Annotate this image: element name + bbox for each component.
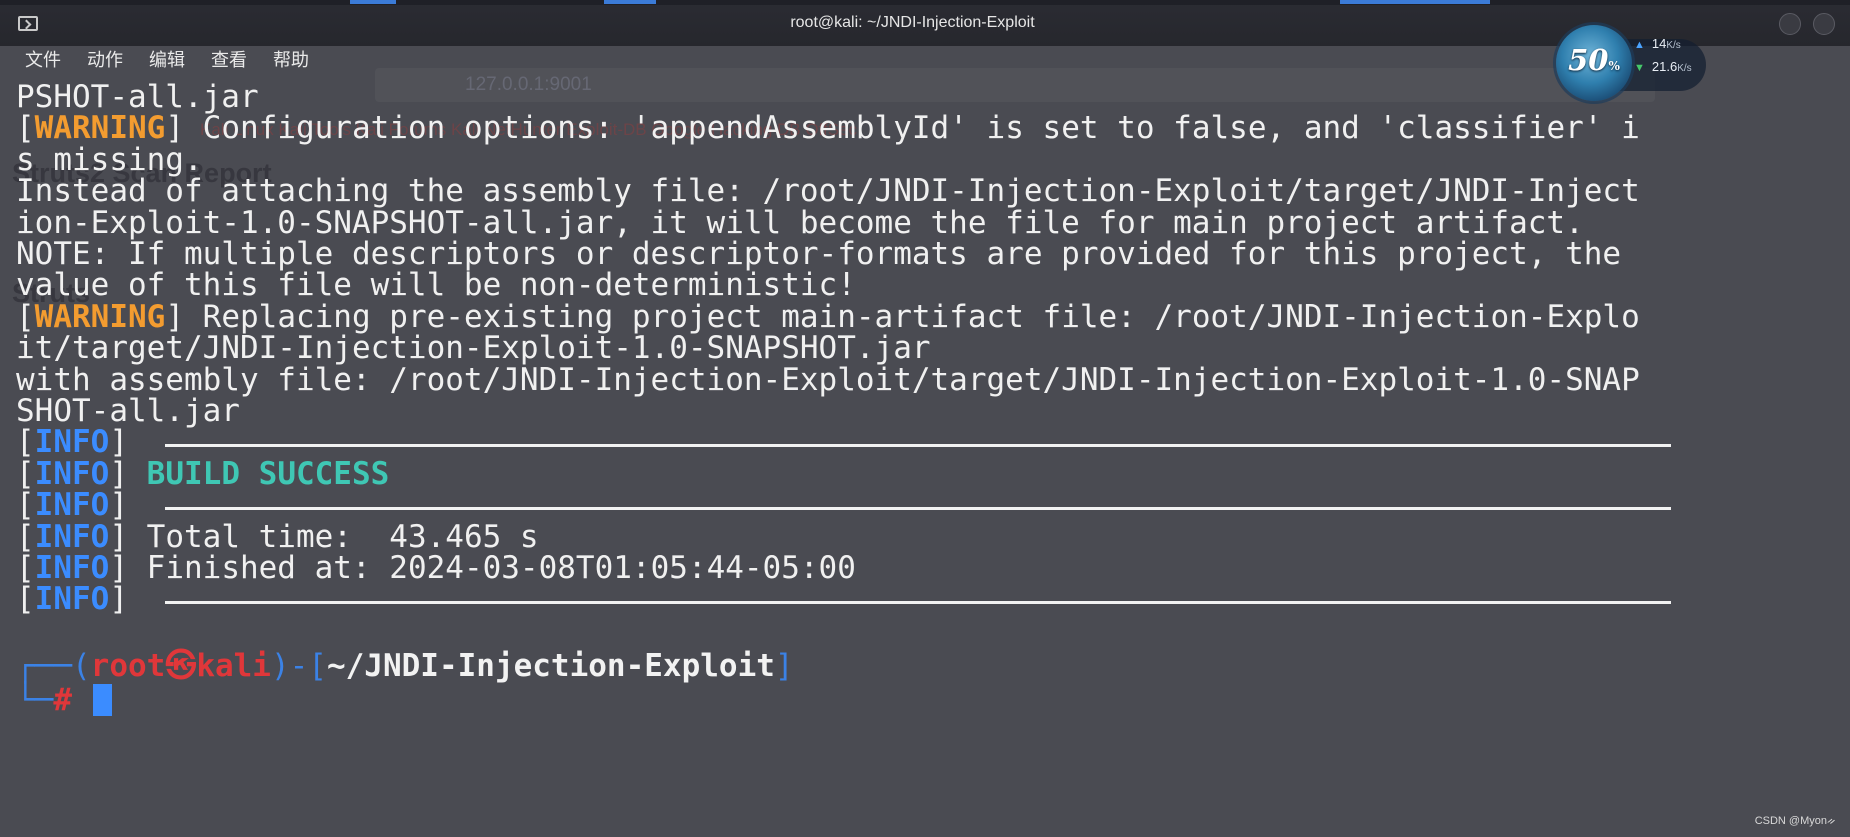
taskbar-indicator [604, 0, 656, 4]
upload-speed: ▲ 14K/s [1634, 36, 1681, 51]
menu-view[interactable]: 查看 [211, 46, 247, 76]
upload-speed-unit: K/s [1666, 40, 1681, 51]
terminal-line: [INFO] Finished at: 2024-03-08T01:05:44-… [16, 550, 856, 587]
upload-speed-value: 14 [1651, 36, 1667, 51]
prompt-input-line: └─# [16, 682, 112, 719]
log-message: Configuration options: 'appendAssemblyId… [184, 110, 1640, 147]
menu-help[interactable]: 帮助 [273, 46, 309, 76]
menu-file[interactable]: 文件 [25, 46, 61, 76]
prompt-user: root [90, 648, 166, 685]
watermark: CSDN @Myon⁠ᨀ [1754, 815, 1836, 827]
download-arrow-icon: ▼ [1634, 62, 1645, 74]
prompt-frame: ┌──( [16, 648, 91, 685]
close-button[interactable] [1813, 13, 1835, 35]
terminal-output[interactable]: PSHOT-all.jar [WARNING] Configuration opt… [0, 79, 1850, 837]
window-title: root@kali: ~/JNDI-Injection-Exploit [790, 14, 1035, 31]
percent-sign: % [1608, 59, 1620, 73]
desktop-screen: 127.0.0.1:9001 Kali Linux Kali Tools Kal… [0, 0, 1850, 837]
log-message: with assembly file: /root/JNDI-Injection… [16, 361, 1640, 398]
log-level-info: INFO [34, 581, 110, 618]
minimize-button[interactable] [1779, 13, 1801, 35]
network-usage-percent: 50% [1556, 43, 1632, 77]
prompt-at-symbol: ㉿ [165, 648, 197, 685]
separator-rule [165, 507, 1671, 511]
prompt-host: kali [196, 648, 271, 685]
prompt-frame: └─ [16, 681, 54, 718]
prompt-symbol: # [53, 681, 72, 718]
menu-action[interactable]: 动作 [87, 46, 123, 76]
menu-edit[interactable]: 编辑 [149, 46, 185, 76]
log-message: Finished at: 2024-03-08T01:05:44-05:00 [128, 550, 856, 586]
text-cursor[interactable] [92, 683, 112, 716]
terminal-line: [WARNING] Configuration options: 'append… [16, 110, 1640, 147]
prompt-frame: )-[ [270, 648, 327, 685]
bracket-open: [ [16, 581, 35, 618]
prompt-line: ┌──(root㉿kali)-[~/JNDI-Injection-Exploit… [16, 648, 794, 685]
terminal-line: [INFO] [16, 581, 128, 618]
taskbar-strip [0, 0, 1850, 5]
bracket-close: ] [109, 581, 128, 618]
menu-bar: 文件 动作 编辑 查看 帮助 [0, 46, 309, 76]
separator-rule [165, 601, 1671, 605]
upload-arrow-icon: ▲ [1634, 39, 1645, 51]
prompt-path: ~/JNDI-Injection-Exploit [326, 648, 775, 685]
taskbar-indicator [350, 0, 396, 4]
download-speed-value: 21.6 [1651, 59, 1678, 74]
download-speed: ▼ 21.6K/s [1634, 59, 1692, 74]
prompt-frame: ] [774, 648, 794, 685]
terminal-line: with assembly file: /root/JNDI-Injection… [16, 362, 1640, 399]
download-speed-unit: K/s [1677, 63, 1692, 74]
taskbar-indicator [1340, 0, 1490, 4]
network-usage-value: 50 [1568, 43, 1609, 77]
build-status: BUILD SUCCESS [146, 455, 390, 492]
separator-rule [165, 444, 1671, 448]
